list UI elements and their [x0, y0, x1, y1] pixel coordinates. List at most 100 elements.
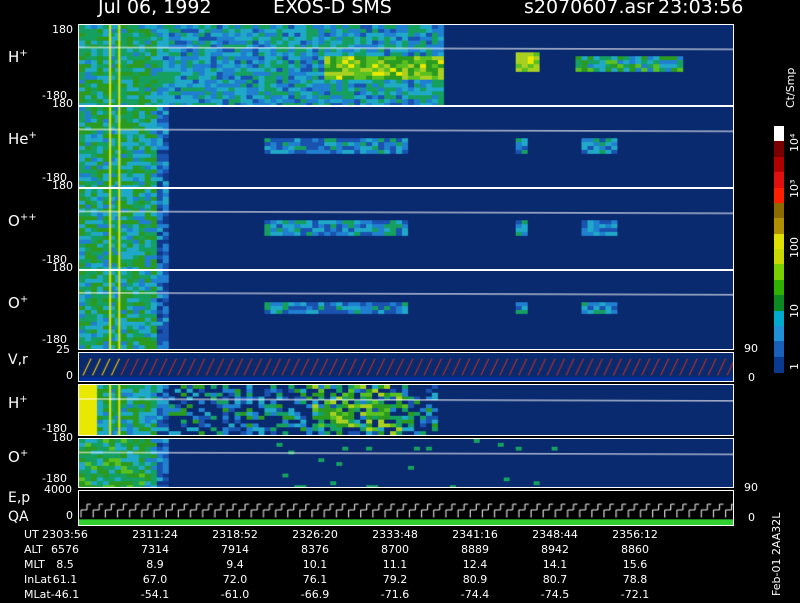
time-table-cell: 8860: [621, 543, 649, 556]
header-date: Jul 06, 1992: [98, 0, 212, 18]
colorbar-swatch: [774, 172, 784, 188]
time-table-cell: 8.9: [146, 558, 164, 571]
time-table-cell: 7314: [141, 543, 169, 556]
time-table-cell: 72.0: [222, 573, 248, 586]
ytick-top-vr: 25: [56, 343, 70, 356]
time-table-cell: -66.9: [300, 588, 330, 601]
time-table-cell: 61.1: [52, 573, 78, 586]
time-table-cell: 12.4: [462, 558, 488, 571]
ytick-top-o-plus-1: 180: [52, 261, 73, 274]
label-vr: V,r: [8, 352, 28, 368]
time-table-cell: 15.6: [622, 558, 648, 571]
time-table-cell: 11.1: [382, 558, 408, 571]
time-table-cell: 7914: [221, 543, 249, 556]
colorbar-tick-10: 10: [788, 304, 800, 318]
ytick-bot-ep: 0: [66, 509, 73, 522]
colorbar-swatch: [774, 156, 784, 173]
colorbar-tick-100: 100: [788, 237, 800, 258]
panel-h-plus-1: [78, 24, 734, 106]
header-time: 23:03:56: [658, 0, 744, 18]
ytick-top-o-plusplus: 180: [52, 179, 73, 192]
panel-o-plus-2: [78, 438, 734, 488]
ytick-bot-vr: 0: [66, 369, 73, 382]
time-table-cell: 8889: [461, 543, 489, 556]
time-table-cell: 2341:16: [452, 528, 498, 541]
label-o-plus-2: O+: [8, 448, 29, 466]
time-table-cell: 2333:48: [372, 528, 418, 541]
colorbar-swatch: [774, 295, 784, 311]
colorbar: [774, 126, 784, 373]
colorbar-swatch: [774, 279, 784, 296]
colorbar-swatch: [774, 325, 784, 342]
time-table-cell: -74.5: [540, 588, 570, 601]
steps-ep: [79, 491, 733, 525]
colorbar-swatch: [774, 187, 784, 204]
rtick-ep-0: 0: [748, 511, 755, 524]
time-table-cell: 6576: [51, 543, 79, 556]
colorbar-tick-1: 1: [788, 363, 800, 370]
time-table-cell: -54.1: [140, 588, 170, 601]
time-table-cell: 79.2: [382, 573, 408, 586]
spectrogram-h-plus-1: [79, 25, 733, 105]
label-o-plusplus: O++: [8, 212, 37, 230]
time-table-cell: 80.9: [462, 573, 488, 586]
colorbar-swatch: [774, 356, 784, 373]
spectrogram-o-plusplus: [79, 189, 733, 269]
panel-o-plus-1: [78, 270, 734, 350]
time-table-cell: -46.1: [50, 588, 80, 601]
time-table-cell: 8.5: [56, 558, 74, 571]
ytick-top-he-plus: 180: [52, 97, 73, 110]
label-qa: QA: [8, 509, 29, 525]
colorbar-swatch: [774, 249, 784, 265]
label-o-plus-1: O+: [8, 294, 29, 312]
time-table-cell: 2311:24: [132, 528, 178, 541]
panel-he-plus: [78, 106, 734, 188]
panel-o-plusplus: [78, 188, 734, 270]
colorbar-tick-1e4: 10⁴: [788, 133, 800, 152]
colorbar-swatch: [774, 218, 784, 235]
colorbar-swatch: [774, 202, 784, 219]
time-table-cell: 10.1: [302, 558, 328, 571]
time-table-cell: 8942: [541, 543, 569, 556]
rtick-o-plus-2-90: 90: [744, 481, 758, 494]
time-table-cell: -71.6: [380, 588, 410, 601]
header-instrument: EXOS-D SMS: [273, 0, 392, 18]
spectrogram-o-plus-2: [79, 439, 733, 487]
colorbar-swatch: [774, 233, 784, 250]
label-ep: E,p: [8, 490, 31, 506]
spectrogram-o-plus-1: [79, 271, 733, 349]
ytick-top-h-plus-1: 180: [52, 23, 73, 36]
panel-vr: [78, 352, 734, 382]
time-table-cell: 80.7: [542, 573, 568, 586]
time-table-cell: 14.1: [542, 558, 568, 571]
colorbar-unit: Ct/Smp: [784, 67, 797, 108]
colorbar-swatch: [774, 141, 784, 158]
spectrogram-he-plus: [79, 107, 733, 187]
time-table-cell: -74.4: [460, 588, 490, 601]
time-table-cell: 2326:20: [292, 528, 338, 541]
time-table-cell: 76.1: [302, 573, 328, 586]
colorbar-swatch: [774, 126, 784, 142]
time-table-cell: 8376: [301, 543, 329, 556]
time-table-cell: 9.4: [226, 558, 244, 571]
time-table-cell: 2348:44: [532, 528, 578, 541]
time-table-cell: 2318:52: [212, 528, 258, 541]
time-table-cell: 8700: [381, 543, 409, 556]
time-table-cell: 2303:56: [42, 528, 88, 541]
label-h-plus-1: H+: [8, 48, 28, 66]
colorbar-tick-1e3: 10³: [788, 179, 800, 198]
label-he-plus: He+: [8, 130, 37, 148]
panel-ep: [78, 490, 734, 526]
colorbar-swatch: [774, 264, 784, 281]
header-file: s2070607.asr: [524, 0, 654, 18]
colorbar-swatch: [774, 341, 784, 358]
rtick-vr-90: 90: [744, 342, 758, 355]
label-h-plus-2: H+: [8, 394, 28, 412]
time-table-cell: 78.8: [622, 573, 648, 586]
ytick-top-o-plus-2: 180: [52, 431, 73, 444]
sawtooth-vr: [79, 353, 733, 381]
spectrogram-h-plus-2: [79, 385, 733, 435]
time-table-cell: 2356:12: [612, 528, 658, 541]
colorbar-swatch: [774, 310, 784, 327]
time-table-cell: -72.1: [620, 588, 650, 601]
